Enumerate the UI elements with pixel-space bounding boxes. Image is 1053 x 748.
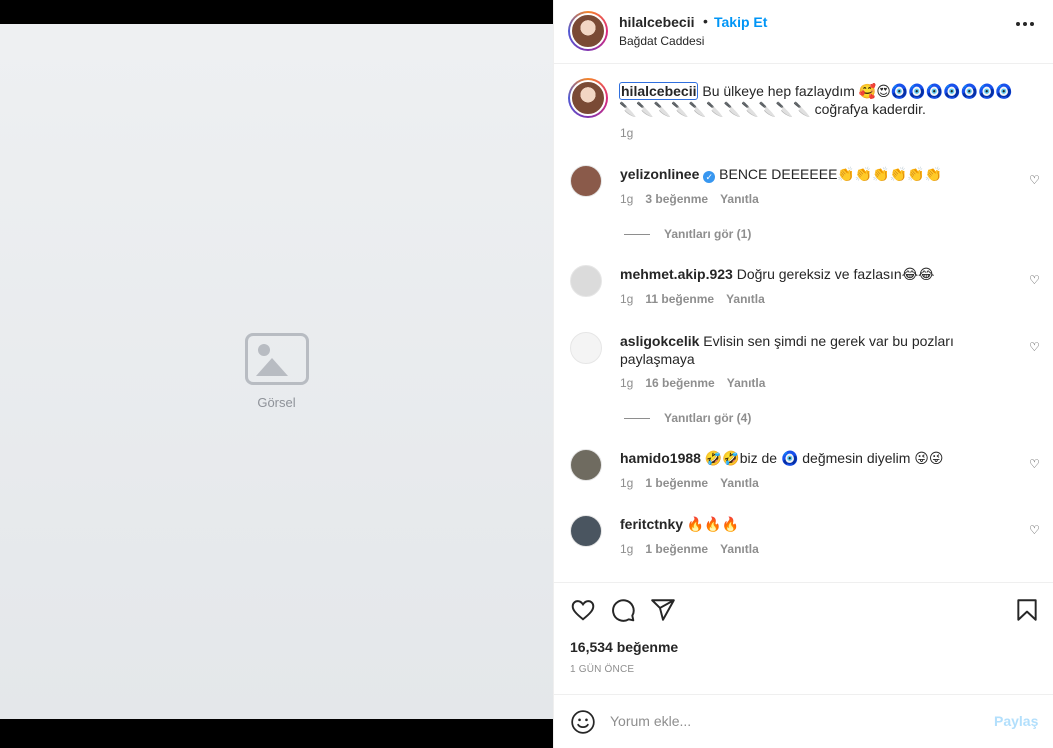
caption-username[interactable]: hilalcebecii: [619, 82, 699, 100]
comment-text-block: feritctnky 🔥🔥🔥: [620, 515, 1000, 533]
author-avatar[interactable]: [568, 11, 608, 51]
post-comment-button[interactable]: Paylaş: [994, 713, 1038, 729]
caption-time[interactable]: 1g: [620, 126, 633, 140]
reply-button[interactable]: Yanıtla: [720, 476, 759, 490]
comment-meta: 1g 3 beğenme Yanıtla: [620, 192, 759, 206]
comment-time[interactable]: 1g: [620, 476, 633, 490]
comment-likes[interactable]: 3 beğenme: [645, 192, 708, 206]
commenter-username[interactable]: yelizonlinee: [620, 166, 699, 182]
media-placeholder-label: Görsel: [257, 395, 296, 410]
comment-text: 🤣🤣biz de 🧿 değmesin diyelim 😜😜: [704, 450, 944, 466]
reply-button[interactable]: Yanıtla: [727, 376, 766, 390]
image-icon: [244, 333, 309, 385]
post-actions: 16,534 beğenme 1 GÜN ÖNCE: [554, 582, 1053, 694]
comment-likes[interactable]: 16 beğenme: [645, 376, 714, 390]
more-options-icon[interactable]: [1016, 22, 1034, 26]
commenter-avatar[interactable]: [570, 165, 602, 197]
author-username[interactable]: hilalcebecii: [619, 14, 694, 30]
comment-input[interactable]: [610, 707, 980, 735]
comment-meta: 1g 11 beğenme Yanıtla: [620, 292, 765, 306]
commenter-username[interactable]: asligokcelik: [620, 333, 699, 349]
commenter-avatar[interactable]: [570, 449, 602, 481]
comment-like-heart-icon[interactable]: ♡: [1029, 173, 1040, 187]
bottom-letterbox: [0, 719, 553, 748]
top-letterbox: [0, 0, 553, 24]
comment-text: 🔥🔥🔥: [686, 516, 740, 532]
share-paper-plane-icon[interactable]: [650, 597, 676, 623]
comment-like-heart-icon[interactable]: ♡: [1029, 273, 1040, 287]
verified-badge-icon: ✓: [703, 171, 716, 183]
comment-bubble-icon[interactable]: [610, 597, 636, 623]
comment-time[interactable]: 1g: [620, 376, 633, 390]
comment-likes[interactable]: 11 beğenme: [645, 292, 714, 306]
save-bookmark-icon[interactable]: [1014, 597, 1040, 623]
view-replies-button[interactable]: Yanıtları gör (4): [624, 411, 751, 425]
commenter-username[interactable]: feritctnky: [620, 516, 683, 532]
comment-text: Doğru gereksiz ve fazlasın😂😂: [736, 266, 935, 282]
comment-like-heart-icon[interactable]: ♡: [1029, 340, 1040, 354]
caption-avatar[interactable]: [568, 78, 608, 118]
view-replies-button[interactable]: Yanıtları gör (1): [624, 227, 751, 241]
location-link[interactable]: Bağdat Caddesi: [619, 34, 704, 48]
comment-text-block: asligokcelik Evlisin sen şimdi ne gerek …: [620, 332, 1000, 368]
view-replies-label: Yanıtları gör (1): [664, 227, 752, 241]
comment-text: BENCE DEEEEEE👏👏👏👏👏👏: [719, 166, 942, 182]
post-side-panel: hilalcebecii • Takip Et Bağdat Caddesi h…: [553, 0, 1053, 748]
caption-text-block: hilalcebecii Bu ülkeye hep fazlaydım 🥰😍🧿…: [619, 82, 1029, 118]
comment-likes[interactable]: 1 beğenme: [645, 542, 708, 556]
instagram-post-view: Görsel hilalcebecii • Takip Et Bağdat Ca…: [0, 0, 1053, 748]
post-header: hilalcebecii • Takip Et Bağdat Caddesi: [554, 0, 1053, 64]
commenter-username[interactable]: hamido1988: [620, 450, 701, 466]
view-replies-label: Yanıtları gör (4): [664, 411, 752, 425]
reply-button[interactable]: Yanıtla: [726, 292, 765, 306]
like-heart-icon[interactable]: [570, 597, 596, 623]
comment-text-block: hamido1988 🤣🤣biz de 🧿 değmesin diyelim 😜…: [620, 449, 1000, 467]
separator-dot: •: [703, 13, 708, 29]
comment-text-block: yelizonlinee ✓ BENCE DEEEEEE👏👏👏👏👏👏: [620, 165, 1000, 183]
comment-text-block: mehmet.akip.923 Doğru gereksiz ve fazlas…: [620, 265, 1000, 283]
comment-time[interactable]: 1g: [620, 192, 633, 206]
follow-button[interactable]: Takip Et: [714, 14, 767, 30]
commenter-avatar[interactable]: [570, 265, 602, 297]
comment-like-heart-icon[interactable]: ♡: [1029, 523, 1040, 537]
comment-meta: 1g 1 beğenme Yanıtla: [620, 542, 759, 556]
reply-button[interactable]: Yanıtla: [720, 542, 759, 556]
comment-meta: 1g 16 beğenme Yanıtla: [620, 376, 765, 390]
reply-button[interactable]: Yanıtla: [720, 192, 759, 206]
comment-time[interactable]: 1g: [620, 542, 633, 556]
comment-like-heart-icon[interactable]: ♡: [1029, 457, 1040, 471]
comment-time[interactable]: 1g: [620, 292, 633, 306]
comment-likes[interactable]: 1 beğenme: [645, 476, 708, 490]
post-time-ago[interactable]: 1 GÜN ÖNCE: [570, 664, 634, 675]
add-comment-row: Paylaş: [554, 694, 1053, 748]
post-media-placeholder[interactable]: Görsel: [0, 24, 553, 719]
commenter-avatar[interactable]: [570, 515, 602, 547]
comment-meta: 1g 1 beğenme Yanıtla: [620, 476, 759, 490]
commenter-avatar[interactable]: [570, 332, 602, 364]
emoji-icon[interactable]: [570, 709, 596, 735]
commenter-username[interactable]: mehmet.akip.923: [620, 266, 733, 282]
like-count[interactable]: 16,534 beğenme: [570, 639, 678, 655]
